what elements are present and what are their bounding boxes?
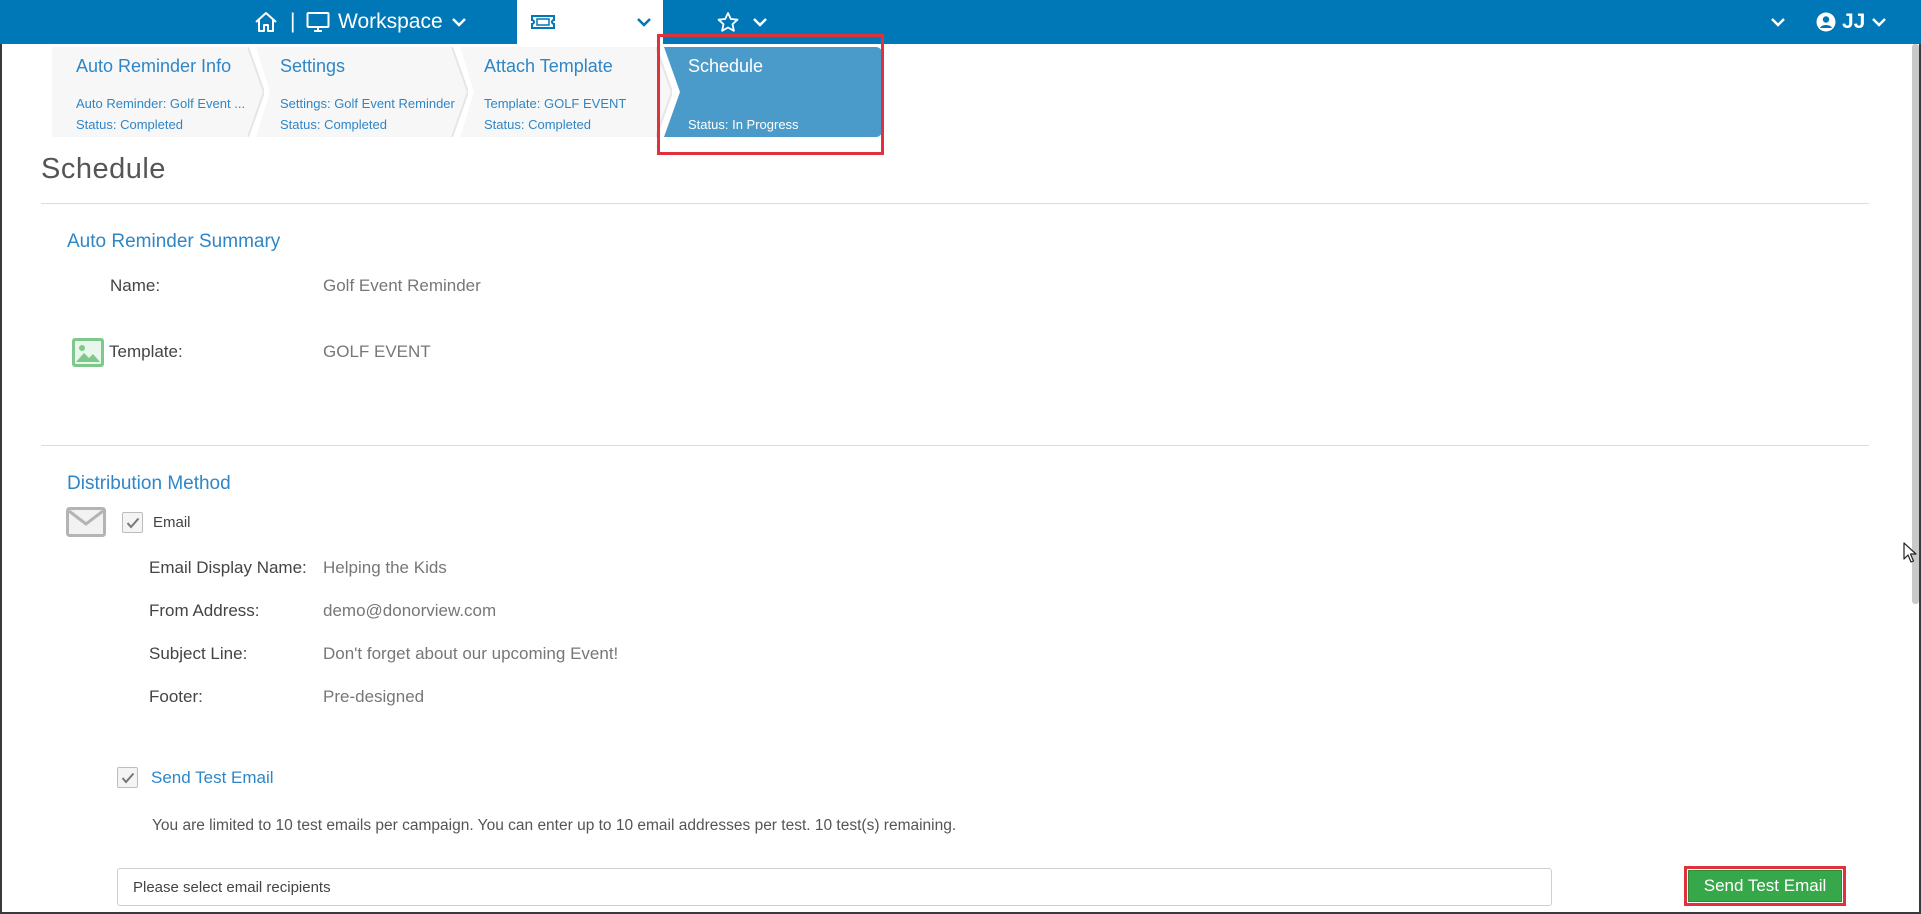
step-status: Status: Completed: [280, 117, 387, 132]
checkmark-icon: [121, 772, 134, 784]
envelope-icon: [66, 507, 106, 537]
user-initials: JJ: [1842, 10, 1866, 33]
display-name-label: Email Display Name:: [149, 558, 307, 577]
page-title: Schedule: [41, 153, 166, 185]
summary-heading: Auto Reminder Summary: [67, 231, 281, 252]
email-recipients-input[interactable]: [117, 868, 1552, 906]
events-label: Events: [564, 10, 629, 33]
send-test-email-highlight: Send Test Email: [1684, 866, 1846, 906]
step-title: Attach Template: [484, 56, 613, 76]
notifications-dropdown[interactable]: [1770, 0, 1786, 44]
ticket-icon: [531, 15, 555, 29]
email-checkbox[interactable]: [122, 512, 143, 533]
user-menu[interactable]: JJ: [1816, 0, 1887, 44]
window-frame: [0, 0, 1921, 914]
home-icon: [255, 12, 277, 32]
template-value: GOLF EVENT: [323, 342, 431, 361]
chevron-down-icon: [637, 18, 652, 27]
chevron-down-icon: [1872, 18, 1887, 27]
events-menu[interactable]: Events: [517, 0, 663, 44]
wizard-step-settings[interactable]: Settings Settings: Golf Event Reminder S…: [256, 47, 468, 137]
template-label: Template:: [109, 342, 183, 361]
step-title: Settings: [280, 56, 346, 76]
step-detail: Auto Reminder: Golf Event ...: [76, 96, 246, 111]
template-image-icon[interactable]: [72, 338, 104, 367]
monitor-icon: [306, 12, 330, 32]
from-address-value: demo@donorview.com: [323, 601, 497, 620]
home-button[interactable]: [254, 0, 278, 44]
distribution-heading: Distribution Method: [67, 473, 231, 494]
subject-line-value: Don't forget about our upcoming Event!: [323, 644, 619, 663]
step-detail: Settings: Golf Event Reminder: [280, 96, 455, 111]
wizard-step-attach-template[interactable]: Attach Template Template: GOLF EVENT Sta…: [460, 47, 672, 137]
email-checkbox-label: Email: [153, 514, 191, 531]
display-name-value: Helping the Kids: [323, 558, 447, 577]
top-nav-bar: | Workspace Events JJ: [0, 0, 1921, 44]
workspace-menu[interactable]: Workspace: [306, 0, 467, 44]
star-icon: [717, 12, 739, 32]
send-test-email-checkbox[interactable]: [117, 767, 138, 788]
test-email-limit-note: You are limited to 10 test emails per ca…: [152, 817, 957, 834]
active-step-highlight: [657, 34, 884, 155]
subject-line-label: Subject Line:: [149, 644, 248, 663]
step-detail: Template: GOLF EVENT: [484, 96, 627, 111]
name-value: Golf Event Reminder: [323, 276, 481, 295]
wizard-step-auto-reminder-info[interactable]: Auto Reminder Info Auto Reminder: Golf E…: [52, 47, 264, 137]
vertical-scrollbar[interactable]: [1912, 44, 1919, 604]
step-status: Status: Completed: [76, 117, 183, 132]
step-title: Auto Reminder Info: [76, 56, 232, 76]
send-test-email-label[interactable]: Send Test Email: [151, 768, 274, 788]
footer-label: Footer:: [149, 687, 203, 706]
divider: [41, 203, 1869, 204]
step-status: Status: Completed: [484, 117, 591, 132]
send-test-email-button[interactable]: Send Test Email: [1688, 870, 1842, 902]
chevron-down-icon: [451, 18, 466, 27]
mouse-cursor-icon: [1903, 542, 1917, 563]
workspace-label: Workspace: [338, 10, 443, 33]
footer-value: Pre-designed: [323, 687, 425, 706]
user-avatar-icon: [1816, 12, 1836, 32]
name-label: Name:: [110, 276, 161, 295]
chevron-down-icon: [1771, 18, 1785, 27]
from-address-label: From Address:: [149, 601, 260, 620]
checkmark-icon: [126, 517, 139, 529]
divider: [41, 445, 1869, 446]
nav-separator: |: [290, 10, 296, 33]
chevron-down-icon: [753, 18, 767, 27]
